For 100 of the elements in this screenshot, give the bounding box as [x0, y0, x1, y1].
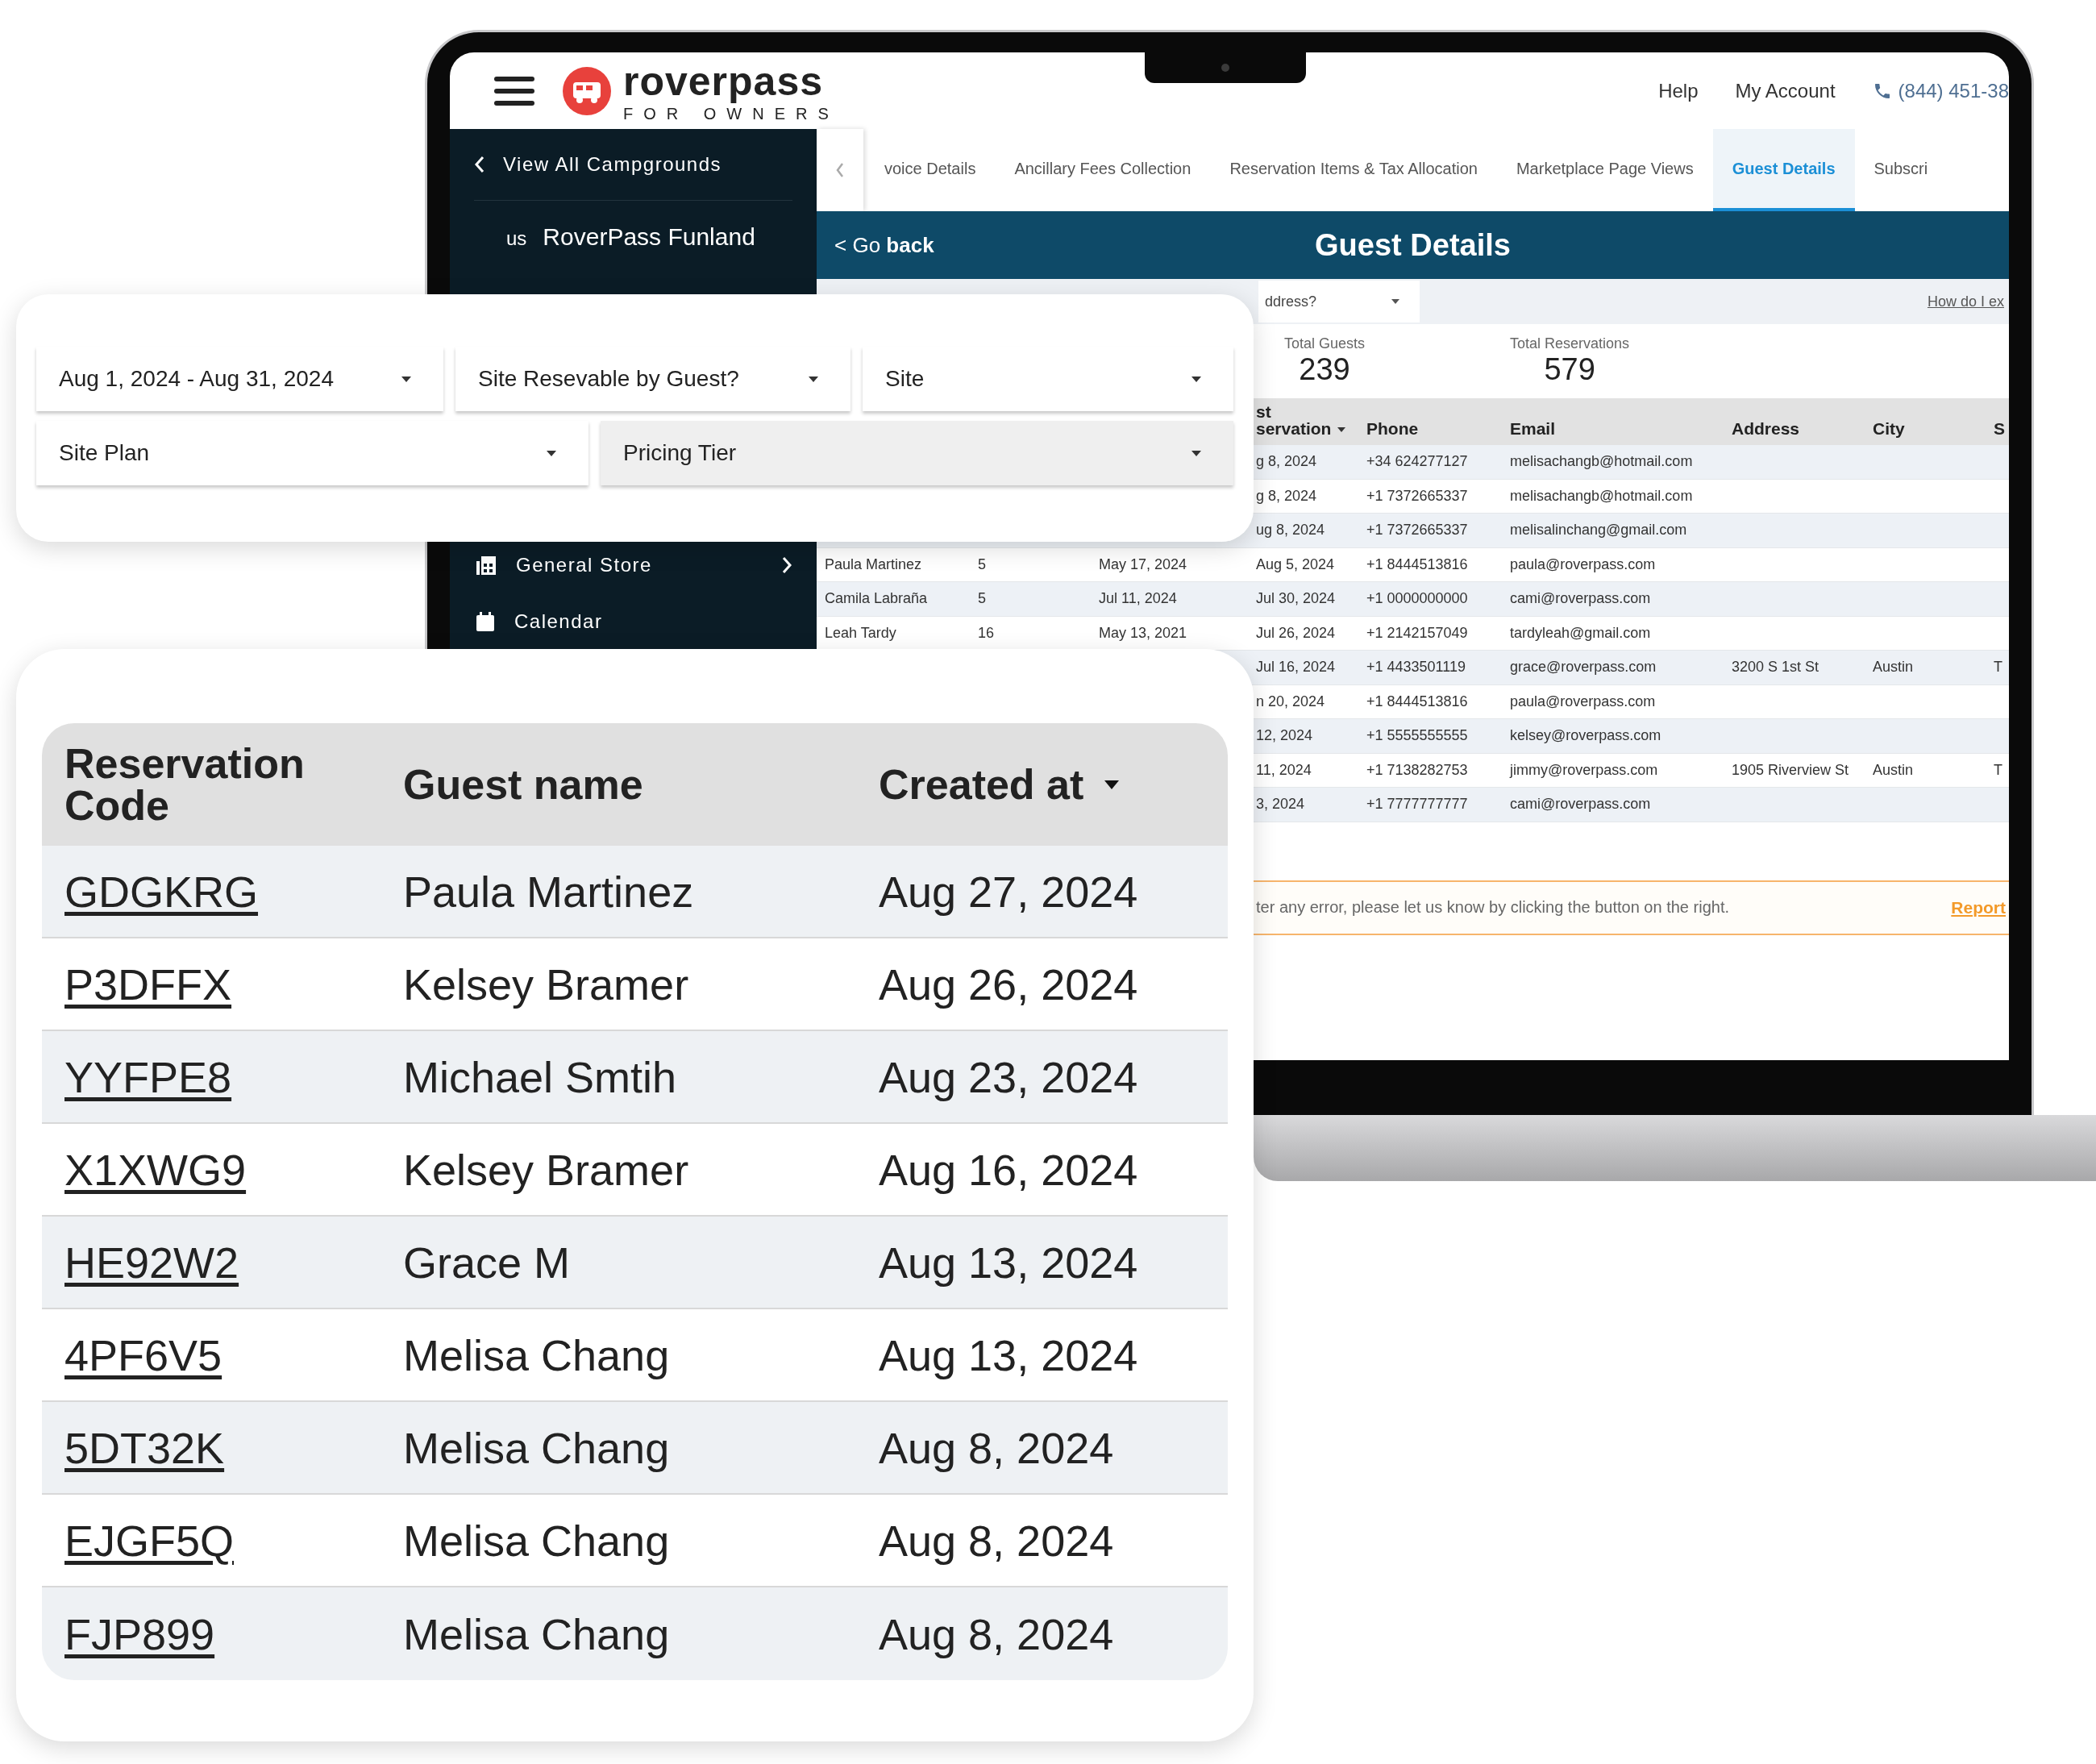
table-cell: g 8, 2024: [1256, 487, 1317, 505]
table-cell: Aug 27, 2024: [879, 867, 1138, 916]
table-cell: Melisa Chang: [403, 1330, 670, 1379]
table-cell: melisalinchang@gmail.com: [1510, 522, 1687, 539]
caret-icon: [547, 450, 556, 456]
table-cell: Kelsey Bramer: [403, 1145, 689, 1194]
tab[interactable]: Subscri: [1854, 129, 1948, 211]
reservation-code-link[interactable]: EJGF5Q: [64, 1516, 235, 1565]
tab[interactable]: Ancillary Fees Collection: [995, 129, 1211, 211]
column-header[interactable]: S: [1994, 420, 2005, 437]
table-cell: ug 8, 2024: [1256, 522, 1325, 539]
camera-dot: [1221, 64, 1229, 72]
reservation-code-link[interactable]: P3DFFX: [64, 959, 232, 1009]
column-header[interactable]: Created at: [879, 763, 1228, 805]
table-cell: grace@roverpass.com: [1510, 659, 1657, 676]
reservation-code-link[interactable]: YYFPE8: [64, 1052, 232, 1101]
sort-caret-icon: [1104, 780, 1120, 789]
filter-dropdown[interactable]: Site: [863, 347, 1233, 411]
table-cell: kelsey@roverpass.com: [1510, 727, 1661, 745]
address-dropdown[interactable]: ddress?: [1258, 281, 1420, 322]
table-cell: +1 2142157049: [1366, 624, 1468, 642]
table-cell: Jul 30, 2024: [1256, 590, 1336, 608]
caret-icon: [401, 376, 411, 382]
page-title: Guest Details: [1315, 227, 1511, 263]
campground-name[interactable]: RoverPass Funland: [543, 223, 755, 251]
table-cell: 3, 2024: [1256, 796, 1305, 813]
column-header[interactable]: Guest name: [403, 763, 879, 805]
table-cell: Jul 26, 2024: [1256, 624, 1336, 642]
caret-icon: [1391, 299, 1399, 304]
header-link[interactable]: My Account: [1735, 79, 1836, 102]
table-cell: +1 8444513816: [1366, 693, 1468, 710]
report-message: ter any error, please let us know by clicking the button on the right.: [1256, 898, 1729, 917]
chevron-left-icon: [835, 162, 845, 178]
table-cell: Aug 13, 2024: [879, 1238, 1138, 1287]
table-cell: Melisa Chang: [403, 1423, 670, 1472]
menu-icon[interactable]: [494, 74, 534, 107]
sidebar-item[interactable]: Calendar: [450, 599, 817, 644]
table-cell: Austin: [1873, 659, 1914, 676]
table-cell: n 20, 2024: [1256, 693, 1325, 710]
table-cell: Paula Martinez: [825, 555, 922, 573]
sort-caret-icon: [1337, 427, 1346, 432]
table-cell: tardyleah@gmail.com: [1510, 624, 1651, 642]
table-cell: Jul 16, 2024: [1256, 659, 1336, 676]
column-header[interactable]: Phone: [1366, 420, 1419, 437]
table-cell: paula@roverpass.com: [1510, 555, 1656, 573]
table-cell: Aug 26, 2024: [879, 959, 1138, 1009]
reservation-code-link[interactable]: HE92W2: [64, 1238, 239, 1287]
go-back-link[interactable]: < Go back: [817, 232, 1316, 258]
reservation-code-link[interactable]: FJP899: [64, 1609, 215, 1658]
filter-dropdown[interactable]: Aug 1, 2024 - Aug 31, 2024: [36, 347, 443, 411]
table-cell: Aug 8, 2024: [879, 1423, 1114, 1472]
tab[interactable]: Reservation Items & Tax Allocation: [1210, 129, 1497, 211]
tab[interactable]: Marketplace Page Views: [1496, 129, 1713, 211]
guide-link[interactable]: How do I ex: [1927, 293, 2004, 310]
tab[interactable]: voice Details: [865, 129, 996, 211]
brand-tagline: FOR OWNERS: [623, 103, 839, 123]
header-link[interactable]: Help: [1658, 79, 1699, 102]
table-cell: T: [1994, 659, 2002, 676]
stat-value: 579: [1544, 352, 1595, 387]
building-icon: [476, 555, 497, 576]
filter-dropdown[interactable]: Site Resevable by Guest?: [455, 347, 850, 411]
column-header[interactable]: Address: [1732, 420, 1800, 437]
filter-dropdown[interactable]: Site Plan: [36, 421, 588, 485]
table-cell: May 13, 2021: [1099, 624, 1187, 642]
reservation-code-link[interactable]: 4PF6V5: [64, 1330, 222, 1379]
chevron-left-icon: [474, 156, 485, 173]
phone-number[interactable]: (844) 451-38: [1898, 79, 2009, 102]
reservation-code-link[interactable]: X1XWG9: [64, 1145, 247, 1194]
column-header[interactable]: st servation: [1256, 403, 1346, 437]
table-cell: Leah Tardy: [825, 624, 896, 642]
table-cell: jimmy@roverpass.com: [1510, 761, 1658, 779]
table-cell: 12, 2024: [1256, 727, 1313, 745]
table-cell: Aug 16, 2024: [879, 1145, 1138, 1194]
reservation-code-link[interactable]: 5DT32K: [64, 1423, 225, 1472]
view-all-link[interactable]: View All Campgrounds: [450, 129, 817, 200]
filter-dropdown[interactable]: Pricing Tier: [601, 421, 1233, 485]
column-header[interactable]: Reservation Code: [64, 743, 403, 826]
table-cell: +1 7372665337: [1366, 522, 1468, 539]
sidebar-item[interactable]: General Store: [450, 543, 817, 588]
table-cell: Melisa Chang: [403, 1516, 670, 1565]
caret-icon: [1191, 450, 1201, 456]
reservation-code-link[interactable]: GDGKRG: [64, 867, 259, 916]
table-cell: Aug 23, 2024: [879, 1052, 1138, 1101]
table-cell: May 17, 2024: [1099, 555, 1187, 573]
table-cell: +1 7138282753: [1366, 761, 1468, 779]
stat-value: 239: [1299, 352, 1350, 387]
table-cell: cami@roverpass.com: [1510, 590, 1651, 608]
table-cell: 5: [978, 590, 986, 608]
table-cell: Melisa Chang: [403, 1609, 670, 1658]
table-cell: Kelsey Bramer: [403, 959, 689, 1009]
table-cell: +1 7777777777: [1366, 796, 1468, 813]
table-cell: 1905 Riverview St: [1732, 761, 1849, 779]
table-cell: melisachangb@hotmail.com: [1510, 487, 1693, 505]
table-cell: T: [1994, 761, 2002, 779]
table-cell: Aug 13, 2024: [879, 1330, 1138, 1379]
table-cell: Camila Labraña: [825, 590, 928, 608]
table-cell: Austin: [1873, 761, 1914, 779]
column-header[interactable]: Email: [1510, 420, 1556, 437]
column-header[interactable]: City: [1873, 420, 1905, 437]
table-cell: Aug 8, 2024: [879, 1609, 1114, 1658]
